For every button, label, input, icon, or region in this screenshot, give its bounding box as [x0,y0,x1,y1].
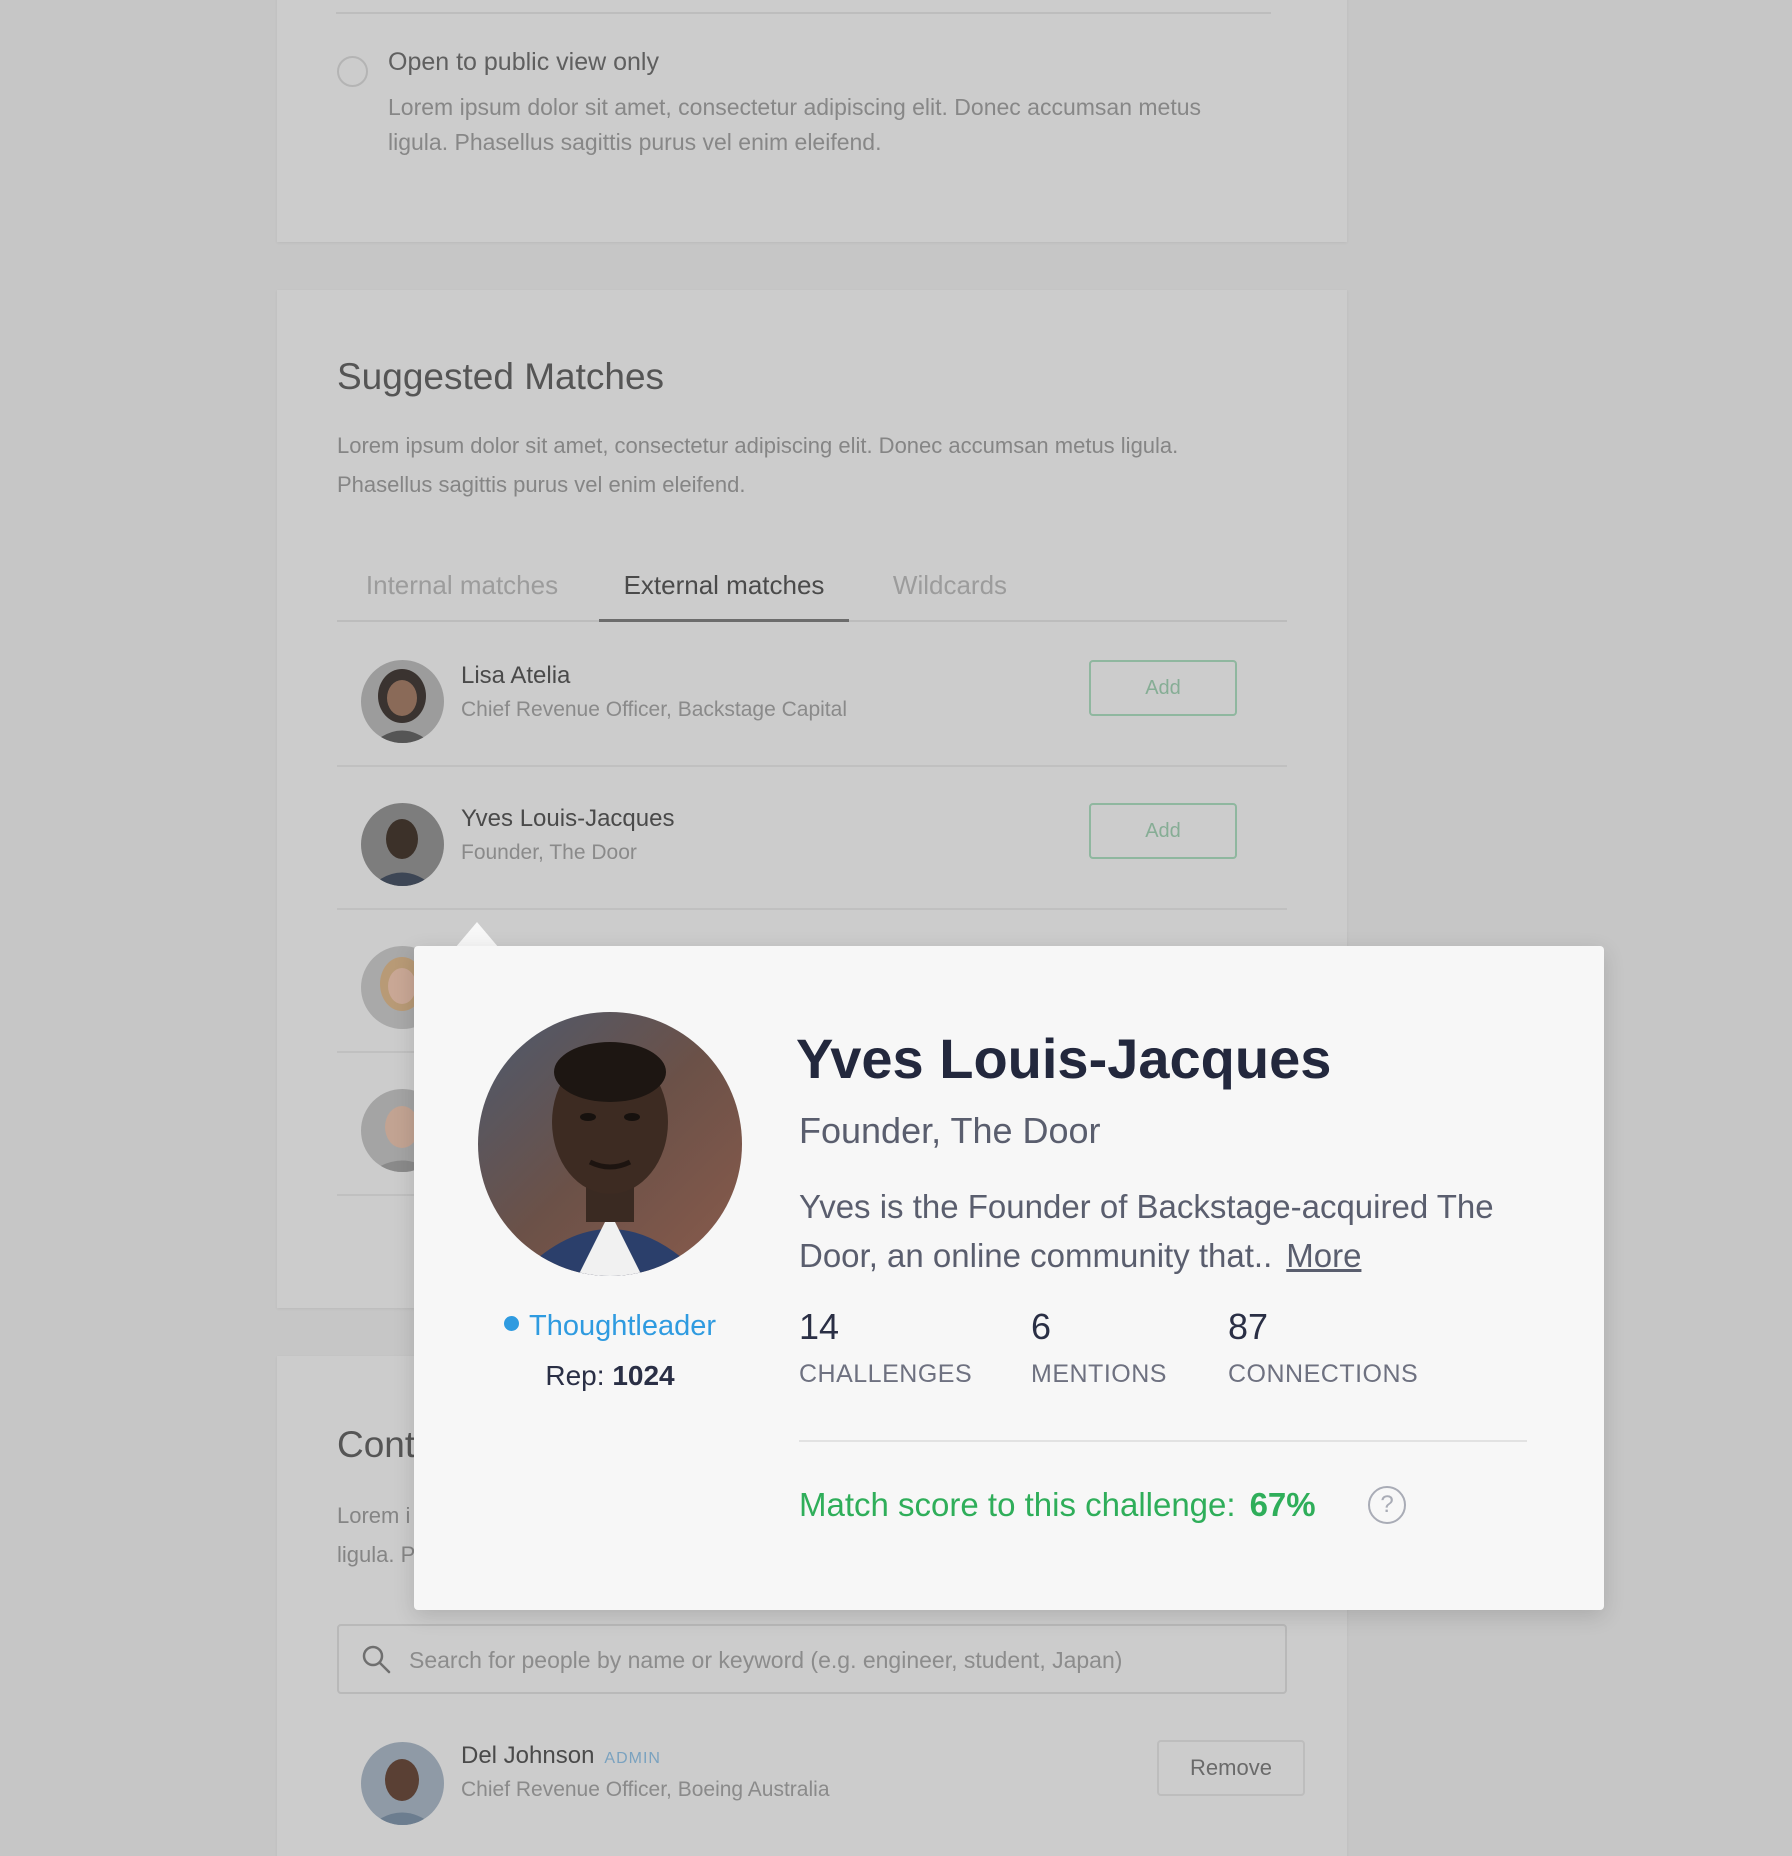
match-score-value: 67% [1249,1486,1316,1523]
search-input[interactable]: Search for people by name or keyword (e.… [337,1624,1287,1694]
public-view-label: Open to public view only [388,48,659,76]
profile-bio: Yves is the Founder of Backstage-acquire… [799,1182,1559,1280]
stat-value: 6 [1031,1306,1052,1347]
public-view-description: Lorem ipsum dolor sit amet, consectetur … [388,94,1202,155]
visibility-card: Open to public view only Lorem ipsum dol… [277,0,1347,242]
rep-value: 1024 [612,1360,675,1391]
tag-label: Thoughtleader [528,1310,717,1342]
match-role: Founder, The Door [461,841,637,864]
status-dot-icon [503,1316,519,1331]
match-name: Yves Louis-Jacques [461,805,675,832]
search-icon [362,1645,391,1674]
profile-popover: Thoughtleader Rep: 1024 Yves Louis-Jacqu… [414,946,1604,1610]
add-button[interactable]: Add [1089,803,1237,859]
stat-value: 87 [1228,1306,1269,1347]
profile-role: Founder, The Door [799,1110,1101,1151]
popover-arrow [455,922,499,948]
contact-role: Chief Revenue Officer, Boeing Australia [461,1778,830,1801]
stat-label: CHALLENGES [799,1360,973,1388]
contact-name: Del Johnson ADMIN [461,1742,661,1770]
public-view-radio[interactable] [337,56,368,87]
match-role: Chief Revenue Officer, Backstage Capital [461,698,847,721]
stat-challenges: 14 CHALLENGES [799,1306,972,1389]
tab-wildcards[interactable]: Wildcards [855,560,1045,622]
bio-text: Yves is the Founder of Backstage-acquire… [799,1188,1494,1274]
add-button[interactable]: Add [1089,660,1237,716]
stat-mentions: 6 MENTIONS [1031,1306,1167,1389]
list-item: Del Johnson ADMIN Chief Revenue Officer, … [337,1726,1305,1856]
admin-badge: ADMIN [604,1750,661,1767]
stat-label: CONNECTIONS [1228,1360,1419,1388]
match-tabs: Internal matches External matches Wildca… [337,560,1287,622]
help-icon[interactable]: ? [1368,1486,1406,1524]
list-item: Lisa Atelia Chief Revenue Officer, Backs… [337,624,1287,767]
remove-button[interactable]: Remove [1157,1740,1305,1796]
list-item: Yves Louis-Jacques Founder, The Door Add [337,767,1287,910]
avatar [361,660,444,743]
stat-connections: 87 CONNECTIONS [1228,1306,1418,1389]
section-title: Suggested Matches [337,356,665,397]
divider [799,1440,1527,1442]
tab-external-matches[interactable]: External matches [599,560,849,622]
stat-label: MENTIONS [1031,1360,1167,1388]
contact-name-text: Del Johnson [461,1742,595,1769]
avatar [361,1742,444,1825]
match-score-label: Match score to this challenge: [799,1486,1236,1523]
profile-name: Yves Louis-Jacques [796,1027,1332,1090]
divider [336,12,1271,14]
tab-internal-matches[interactable]: Internal matches [337,560,587,622]
section-title: Cont [337,1424,416,1465]
avatar [361,803,444,886]
match-score: Match score to this challenge: 67% [799,1486,1316,1524]
section-description: Lorem ipsum dolor sit amet, consectetur … [337,433,1179,497]
thoughtleader-tag: Thoughtleader [414,1310,806,1343]
reputation: Rep: 1024 [414,1360,806,1392]
profile-photo [478,1012,742,1276]
more-link[interactable]: More [1286,1237,1361,1274]
search-placeholder: Search for people by name or keyword (e.… [409,1647,1123,1673]
rep-label: Rep: [545,1360,605,1391]
match-name: Lisa Atelia [461,662,571,689]
stat-value: 14 [799,1306,840,1347]
